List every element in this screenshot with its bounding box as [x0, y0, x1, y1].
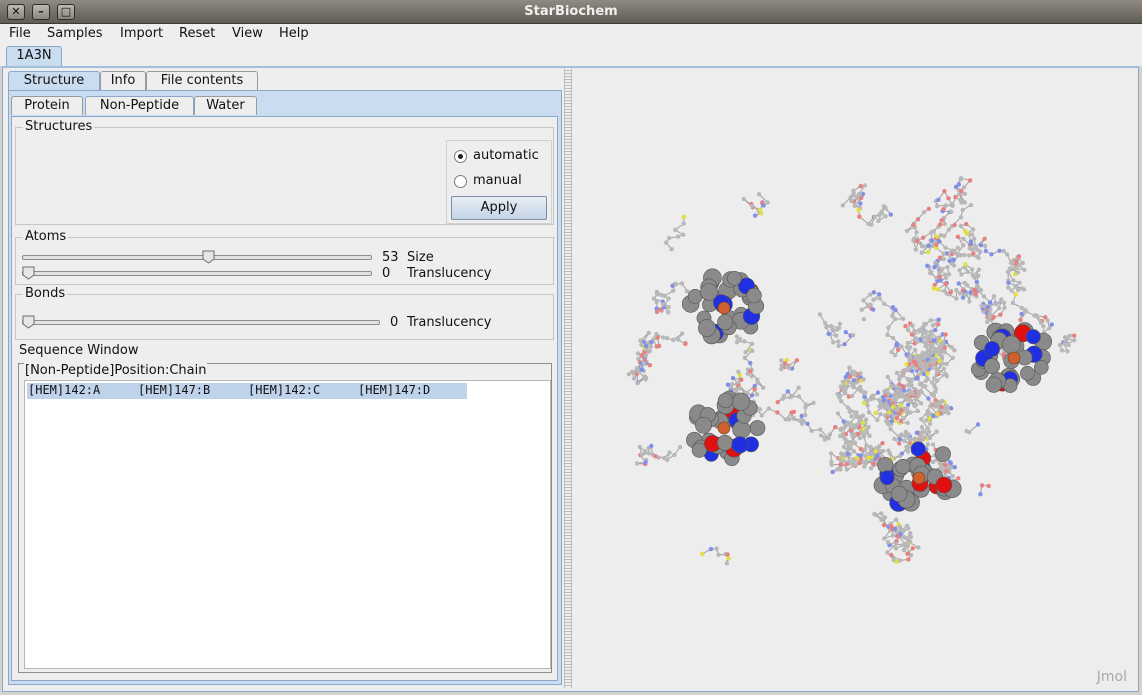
menu-import[interactable]: Import — [120, 26, 163, 41]
atoms-translucency-value: 0 — [382, 266, 391, 281]
sequence-list[interactable]: [HEM]142:A [HEM]147:B [HEM]142:C [HEM]14… — [24, 380, 551, 669]
atoms-translucency-track — [22, 271, 372, 276]
molecule-viewer[interactable]: Jmol — [574, 68, 1137, 689]
apply-button[interactable]: Apply — [451, 196, 547, 220]
bonds-translucency-slider[interactable] — [22, 315, 35, 329]
atoms-translucency-label: Translucency — [407, 266, 492, 281]
atoms-translucency-slider[interactable] — [22, 266, 35, 280]
bonds-translucency-label: Translucency — [407, 315, 492, 330]
menu-samples[interactable]: Samples — [47, 26, 103, 41]
heme-group — [686, 390, 766, 466]
heme-group — [681, 268, 765, 345]
automatic-radio[interactable] — [454, 150, 467, 163]
atoms-size-track — [22, 255, 372, 260]
title-bar: ✕ – □ StarBiochem — [0, 0, 1142, 24]
window-title: StarBiochem — [524, 4, 618, 19]
sequence-item[interactable]: [HEM]142:A — [28, 383, 100, 397]
bonds-translucency-track — [22, 320, 380, 325]
tab-non-peptide[interactable]: Non-Peptide — [85, 96, 194, 115]
bonds-title: Bonds — [23, 286, 68, 301]
atoms-size-slider[interactable] — [202, 250, 215, 264]
tab-protein[interactable]: Protein — [11, 96, 83, 115]
menu-view[interactable]: View — [232, 26, 263, 41]
tab-1a3n[interactable]: 1A3N — [6, 46, 62, 66]
structures-title: Structures — [23, 119, 95, 134]
sequence-item[interactable]: [HEM]147:B — [138, 383, 210, 397]
atoms-size-value: 53 — [382, 250, 399, 265]
non-peptide-panel: Structures automatic manual Apply Atoms … — [11, 116, 558, 681]
tab-file-contents[interactable]: File contents — [146, 71, 258, 90]
sequence-frame: [Non-Peptide]Position:Chain [HEM]142:A [… — [18, 363, 552, 673]
sequence-window-title: Sequence Window — [19, 343, 139, 358]
menu-help[interactable]: Help — [279, 26, 309, 41]
tab-water[interactable]: Water — [194, 96, 257, 115]
jmol-watermark: Jmol — [1096, 669, 1127, 685]
bonds-group: Bonds 0 Translucency — [15, 286, 554, 340]
structures-group: Structures automatic manual Apply — [15, 119, 554, 225]
automatic-label: automatic — [473, 148, 539, 163]
split-pane-divider[interactable] — [564, 68, 572, 688]
menu-file[interactable]: File — [9, 26, 31, 41]
molecule-render — [626, 176, 1077, 566]
atoms-size-label: Size — [407, 250, 434, 265]
atoms-title: Atoms — [23, 229, 69, 244]
document-tab-row: 1A3N — [0, 44, 1142, 66]
tab-structure[interactable]: Structure — [8, 71, 100, 90]
menu-reset[interactable]: Reset — [179, 26, 215, 41]
heme-group — [971, 322, 1053, 393]
manual-label: manual — [473, 173, 522, 188]
atoms-group: Atoms 53 Size 0 Translucency — [15, 229, 554, 285]
tab-info[interactable]: Info — [100, 71, 146, 90]
bonds-translucency-value: 0 — [390, 315, 399, 330]
menu-bar: File Samples Import Reset View Help — [0, 24, 1142, 44]
left-panel: Structure Info File contents Protein Non… — [6, 68, 562, 685]
sequence-item[interactable]: [HEM]142:C — [248, 383, 320, 397]
structures-mode-box: automatic manual Apply — [446, 140, 552, 224]
manual-radio[interactable] — [454, 175, 467, 188]
sequence-item[interactable]: [HEM]147:D — [358, 383, 430, 397]
sequence-header: [Non-Peptide]Position:Chain — [24, 363, 208, 378]
